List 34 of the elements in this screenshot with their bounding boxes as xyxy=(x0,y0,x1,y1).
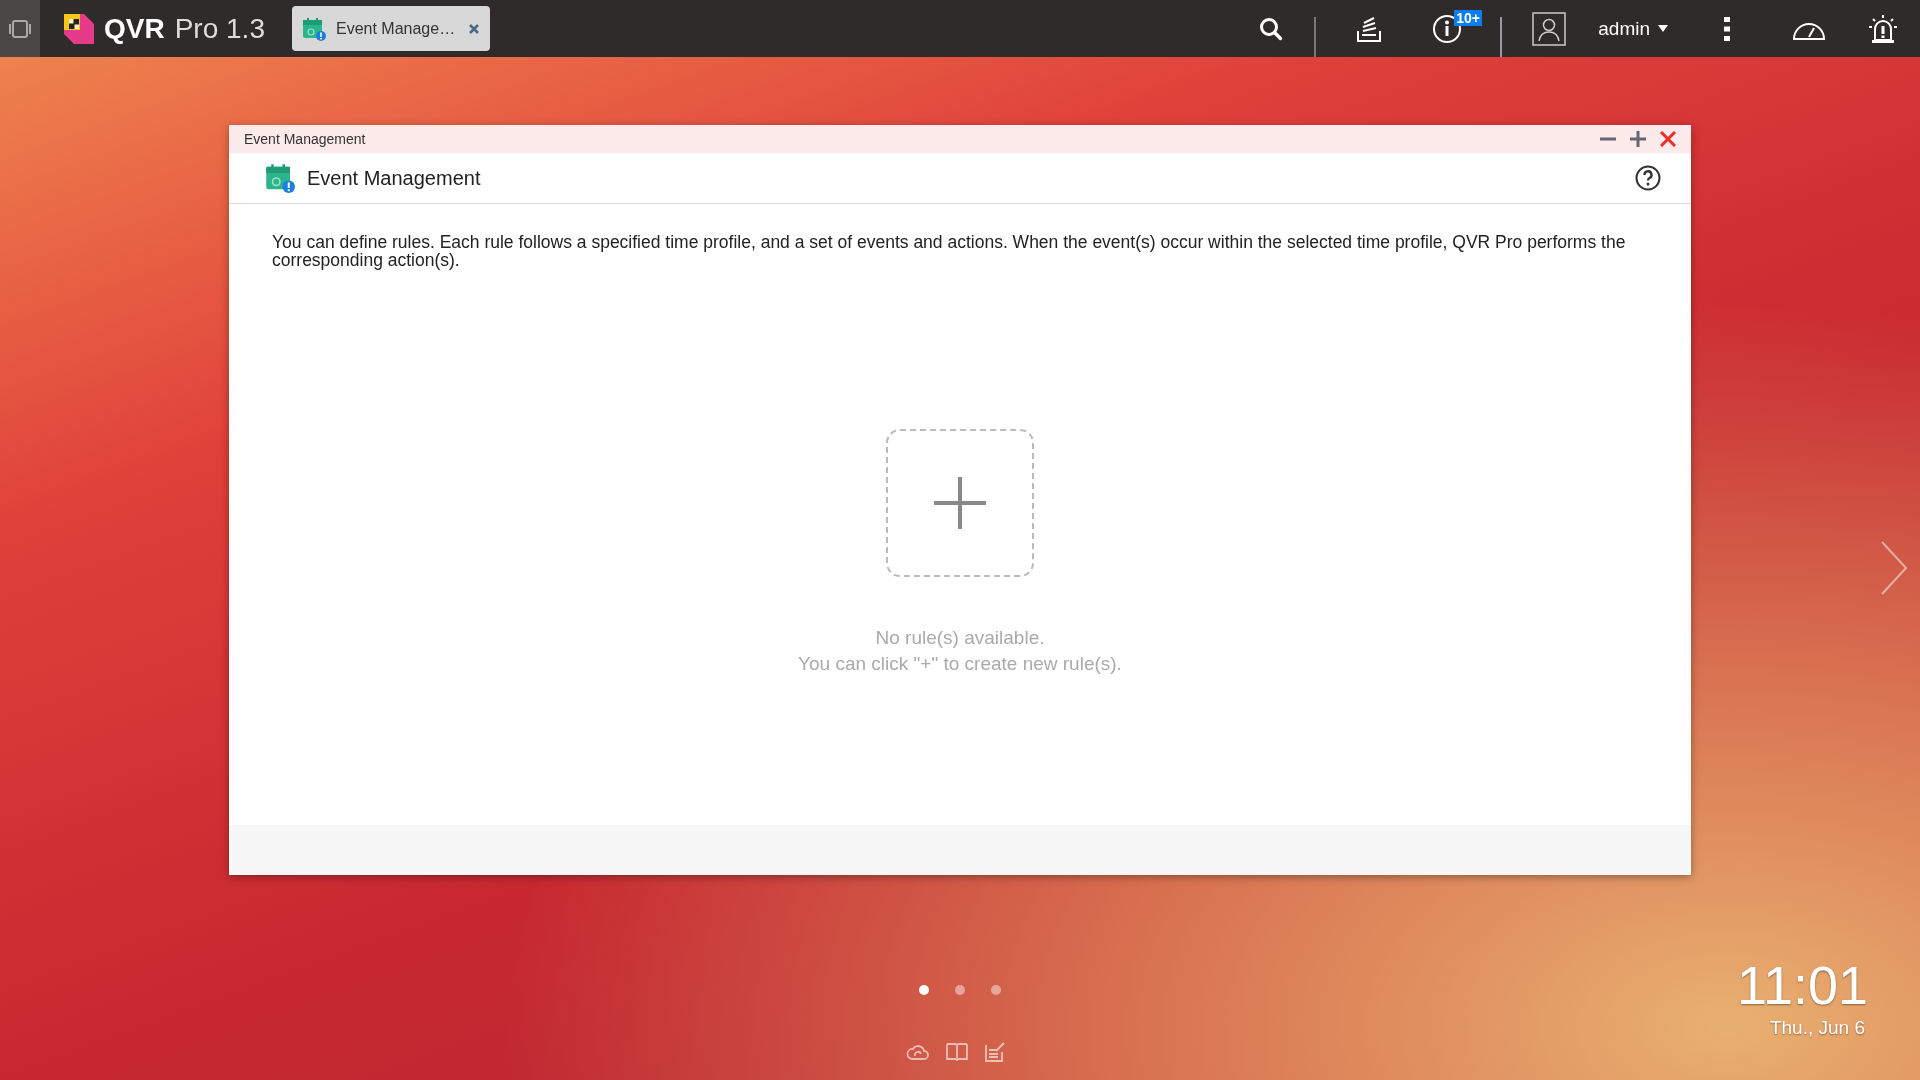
clock-date: Thu., Jun 6 xyxy=(1769,1017,1865,1039)
app-name: QVR xyxy=(104,12,165,45)
calendar-icon xyxy=(265,163,295,193)
stack-icon[interactable] xyxy=(1356,14,1383,43)
help-icon[interactable] xyxy=(1635,165,1661,191)
book-icon[interactable] xyxy=(946,1042,968,1062)
note-edit-icon[interactable] xyxy=(984,1042,1006,1062)
close-icon[interactable] xyxy=(1660,131,1676,147)
empty-state-hint: You can click "+" to create new rule(s). xyxy=(798,652,1122,676)
page-indicator-dot[interactable] xyxy=(955,985,965,995)
description-text: You can define rules. Each rule follows a specified time profile, and a set of events and actions. When the event(s) occur within the selected time profile, QVR Pro performs the corresponding action(s). xyxy=(272,234,1627,269)
page-indicator-dot[interactable] xyxy=(991,985,1001,995)
desktop-icon xyxy=(7,18,33,39)
plus-icon xyxy=(934,477,986,529)
clock-time: 11:01 xyxy=(1736,955,1868,1015)
app-logo-icon xyxy=(64,13,94,44)
more-options-button[interactable] xyxy=(1724,16,1730,41)
calendar-icon xyxy=(301,16,326,41)
app-version: Pro 1.3 xyxy=(174,12,265,45)
window-title: Event Management xyxy=(244,131,366,147)
close-icon[interactable] xyxy=(467,22,480,35)
cloud-icon[interactable] xyxy=(906,1042,930,1062)
alarm-icon[interactable] xyxy=(1868,13,1898,44)
caret-icon xyxy=(1658,25,1668,32)
user-avatar-icon[interactable] xyxy=(1532,11,1567,46)
app-tab[interactable]: Event Manage… xyxy=(291,6,490,51)
page-indicator-dot[interactable] xyxy=(919,985,929,995)
user-menu[interactable]: admin xyxy=(1592,16,1674,41)
page-header: Event Management xyxy=(307,166,481,190)
search-button[interactable] xyxy=(1258,15,1285,42)
notification-badge: 10+ xyxy=(1454,9,1482,26)
desktop-toggle-button[interactable] xyxy=(0,0,40,57)
empty-state-title: No rule(s) available. xyxy=(875,626,1045,650)
maximize-icon[interactable] xyxy=(1630,131,1646,147)
